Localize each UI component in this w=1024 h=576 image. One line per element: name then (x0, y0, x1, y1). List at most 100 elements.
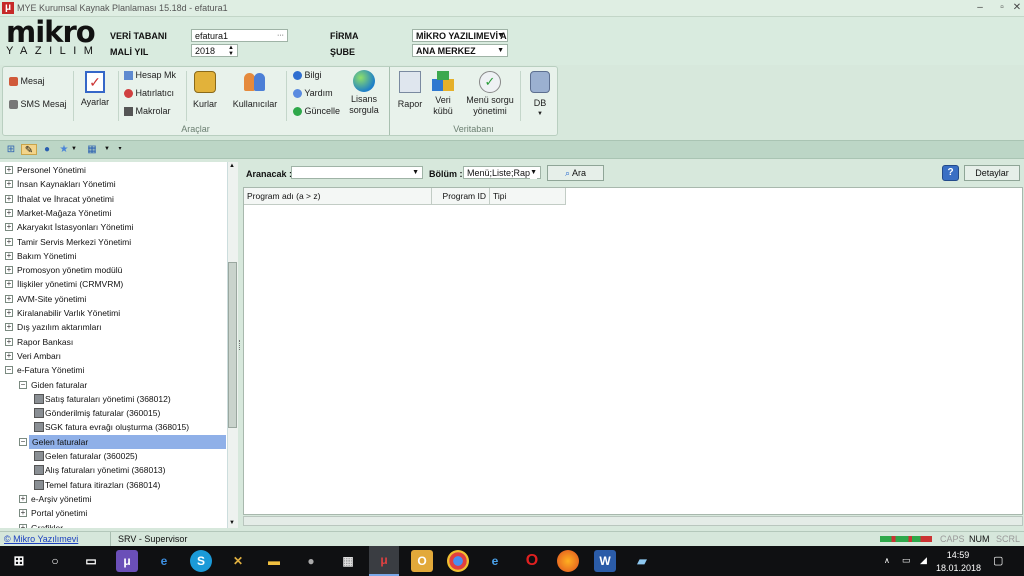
kurlar-button[interactable]: Kurlar (189, 71, 221, 109)
expand-icon[interactable]: + (5, 280, 13, 289)
tree-item[interactable]: + Grafikler (0, 521, 226, 528)
grid-horizontal-scrollbar[interactable] (243, 516, 1023, 526)
tree-item[interactable]: + Veri Ambarı (0, 349, 226, 363)
opera-icon[interactable]: O (521, 550, 543, 572)
splitter-handle[interactable] (239, 340, 242, 350)
tree-item[interactable]: − Giden faturalar (0, 378, 226, 392)
yardim-button[interactable]: Yardım (293, 88, 333, 99)
tools-icon[interactable]: ✎ (21, 144, 37, 156)
firma-select[interactable]: MİKRO YAZILIMEVİ A ▼ (412, 29, 508, 42)
internet-explorer-icon[interactable]: e (484, 550, 506, 572)
bilgi-button[interactable]: Bilgi (293, 70, 322, 81)
mikro-active-app-icon[interactable]: μ (369, 546, 399, 576)
tree-item[interactable]: − Gelen faturalar (0, 434, 226, 449)
outlook-icon[interactable]: O (411, 550, 433, 572)
rapor-button[interactable]: Rapor (395, 71, 425, 109)
expand-icon[interactable]: + (5, 208, 13, 217)
sube-select[interactable]: ANA MERKEZ ▼ (412, 44, 508, 57)
calculator-icon[interactable]: ▦ (337, 550, 359, 572)
column-header-program-id[interactable]: Program ID (432, 188, 490, 205)
word-icon[interactable]: W (594, 550, 616, 572)
tree-item[interactable]: + İlişkiler yönetimi (CRMVRM) (0, 277, 226, 291)
expand-icon[interactable]: + (5, 351, 13, 360)
menu-sorgu-yonetimi-button[interactable]: ✓ Menü sorgu yönetimi (463, 71, 517, 117)
expand-icon[interactable]: + (5, 237, 13, 246)
tree-view-icon[interactable]: ⊞ (5, 144, 17, 155)
edge-icon[interactable]: e (153, 550, 175, 572)
collapse-icon[interactable]: − (19, 437, 27, 446)
tree-item[interactable]: + Dış yazılım aktarımları (0, 320, 226, 334)
detaylar-button[interactable]: Detaylar (964, 165, 1020, 181)
tree-item[interactable]: + AVM-Site yönetimi (0, 292, 226, 306)
chrome-icon[interactable] (447, 550, 469, 572)
tools-app-icon[interactable]: ✕ (227, 550, 249, 572)
notes-app-icon[interactable]: ▰ (631, 550, 653, 572)
overflow-icon[interactable]: ▾ (114, 144, 126, 155)
sms-mesaj-button[interactable]: SMS Mesaj (9, 99, 67, 110)
chevron-down-icon[interactable]: ▼ (101, 144, 113, 155)
db-button[interactable]: DB ▼ (527, 71, 553, 119)
expand-icon[interactable]: + (5, 309, 13, 317)
tree-item[interactable]: + e-Arşiv yönetimi (0, 492, 226, 506)
search-icon[interactable]: ○ (44, 550, 66, 572)
hatirlatici-button[interactable]: Hatırlatıcı (124, 88, 174, 99)
chevron-down-icon[interactable]: ▼ (68, 144, 80, 155)
help-button[interactable]: ? (942, 165, 959, 181)
expand-icon[interactable]: + (5, 294, 13, 303)
expand-icon[interactable]: + (5, 323, 13, 332)
tree-item[interactable]: + İnsan Kaynakları Yönetimi (0, 177, 226, 191)
user-icon[interactable]: ● (41, 144, 53, 155)
tree-item[interactable]: Satış faturaları yönetimi (368012) (0, 392, 226, 406)
expand-icon[interactable]: + (5, 223, 13, 232)
tree-item[interactable]: Temel fatura itirazları (368014) (0, 478, 226, 492)
tree-item[interactable]: + İthalat ve İhracat yönetimi (0, 192, 226, 206)
network-icon[interactable]: ◢ (920, 555, 927, 566)
expand-icon[interactable]: + (5, 337, 13, 346)
column-header-tipi[interactable]: Tipi (490, 188, 566, 205)
task-view-icon[interactable]: ▭ (80, 550, 102, 572)
notifications-icon[interactable]: ▢ (993, 554, 1003, 567)
expand-icon[interactable]: + (5, 266, 13, 275)
firefox-icon[interactable] (557, 550, 579, 572)
tree-item[interactable]: + Kiralanabilir Varlık Yönetimi (0, 306, 226, 320)
tree-item[interactable]: SGK fatura evrağı oluşturma (368015) (0, 420, 226, 434)
file-explorer-icon[interactable]: ▬ (263, 550, 285, 572)
guncelle-button[interactable]: Güncelle (293, 106, 340, 117)
lisans-sorgula-button[interactable]: Lisans sorgula (345, 70, 383, 116)
tree-item[interactable]: + Tamir Servis Merkezi Yönetimi (0, 235, 226, 249)
veri-tabani-field[interactable]: efatura1 ··· (191, 29, 288, 42)
tree-item[interactable]: − e-Fatura Yönetimi (0, 363, 226, 377)
expand-icon[interactable]: + (19, 509, 27, 518)
tree-item[interactable]: Gönderilmiş faturalar (360015) (0, 406, 226, 420)
tree-item[interactable]: + Portal yönetimi (0, 506, 226, 520)
close-button[interactable]: ✕ (1005, 1, 1024, 15)
mikro-app-icon[interactable]: μ (116, 550, 138, 572)
kullanicilar-button[interactable]: Kullanıcılar (229, 71, 281, 109)
tree-item[interactable]: + Promosyon yönetim modülü (0, 263, 226, 277)
ayarlar-button[interactable]: ✓ Ayarlar (79, 71, 111, 107)
expand-icon[interactable]: + (5, 251, 13, 260)
bolum-select[interactable]: Menü;Liste;Rap ▼ (463, 166, 541, 179)
hesap-mk-button[interactable]: Hesap Mk (124, 70, 176, 81)
tree-item[interactable]: + Rapor Bankası (0, 335, 226, 349)
skype-icon[interactable]: S (190, 550, 212, 572)
ellipsis-icon[interactable]: ··· (277, 30, 284, 42)
aranacak-input[interactable]: ▼ (291, 166, 423, 179)
tree-item[interactable]: Gelen faturalar (360025) (0, 449, 226, 463)
collapse-icon[interactable]: − (19, 380, 27, 389)
expand-icon[interactable]: + (5, 194, 13, 203)
mikro-link[interactable]: © Mikro Yazılımevi (4, 534, 78, 544)
minimize-button[interactable]: – (968, 1, 992, 15)
windows-start-icon[interactable]: ⊞ (8, 550, 30, 572)
expand-icon[interactable]: + (19, 523, 27, 528)
expand-icon[interactable]: + (5, 180, 13, 189)
tree-item[interactable]: + Akaryakıt İstasyonları Yönetimi (0, 220, 226, 234)
battery-icon[interactable]: ▭ (902, 555, 911, 566)
expand-icon[interactable]: + (19, 494, 27, 503)
expand-icon[interactable]: + (5, 166, 13, 174)
mesaj-button[interactable]: Mesaj (9, 76, 45, 87)
scroll-up-icon[interactable]: ▲ (229, 163, 235, 169)
tray-chevron-up-icon[interactable]: ∧ (884, 556, 890, 565)
veri-kubu-button[interactable]: Veri kübü (429, 71, 457, 117)
grid-icon[interactable]: ▦ (86, 144, 98, 155)
